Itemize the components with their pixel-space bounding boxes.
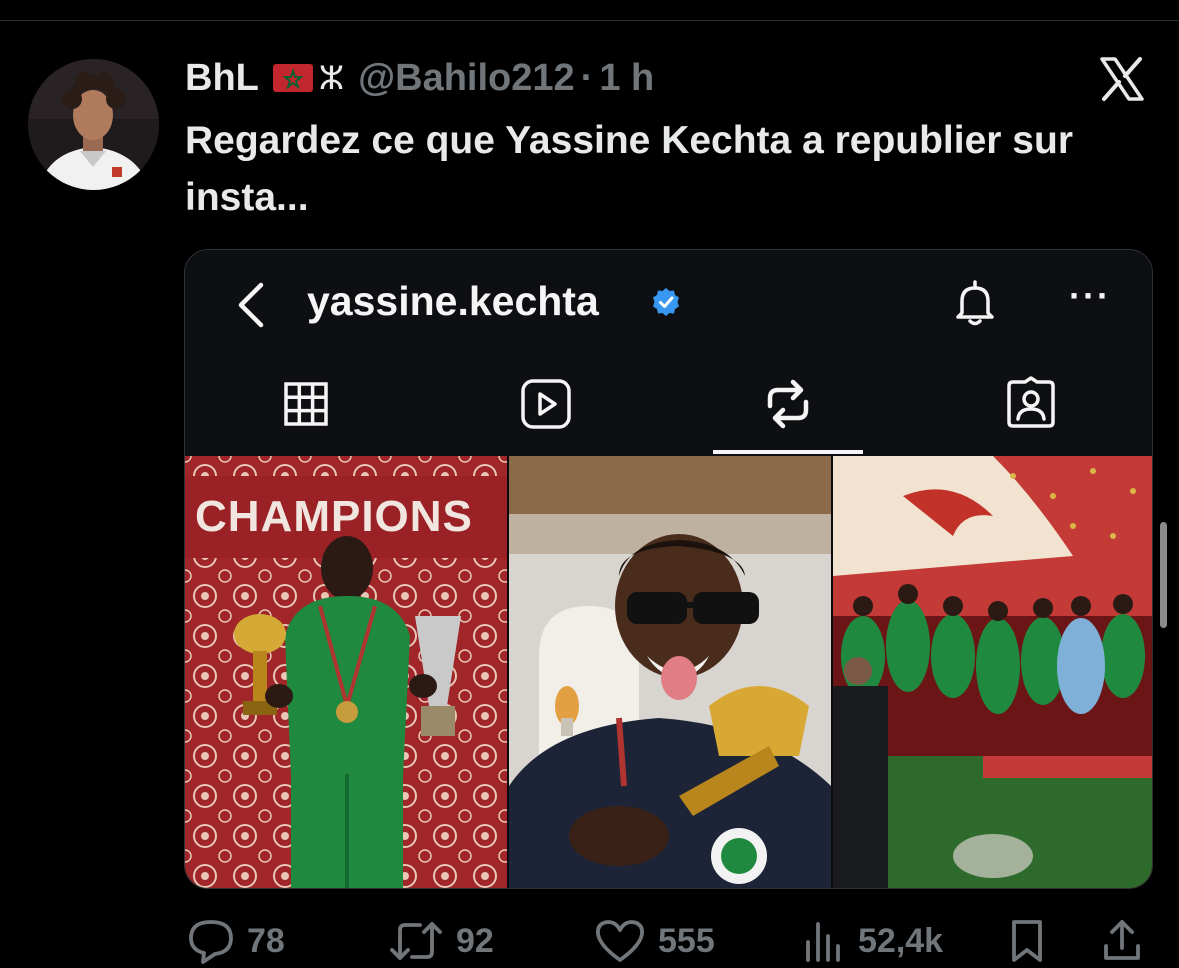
share-icon	[1104, 920, 1140, 960]
team-celebration-image	[833, 456, 1152, 888]
top-divider	[0, 20, 1179, 21]
bookmark-icon	[1012, 920, 1042, 962]
tweet-actions: 78 92 555 52,4k	[0, 912, 1179, 968]
reposts-icon	[760, 376, 816, 432]
repost-count: 92	[456, 921, 494, 960]
avatar-image	[28, 59, 159, 190]
back-chevron-icon	[233, 280, 269, 330]
repost-button[interactable]: 92	[388, 918, 494, 964]
views-count: 52,4k	[858, 921, 944, 960]
morocco-flag-icon	[272, 64, 313, 92]
views-icon	[806, 922, 840, 962]
tagged-icon	[1003, 376, 1059, 432]
amazigh-symbol: ⵣ	[318, 60, 345, 96]
reply-count: 78	[247, 921, 285, 960]
x-logo-icon[interactable]	[1098, 55, 1146, 103]
like-count: 555	[658, 921, 715, 960]
timestamp[interactable]: 1 h	[599, 57, 654, 100]
active-tab-indicator	[713, 450, 863, 454]
display-name[interactable]: BhL	[185, 57, 259, 100]
bookmark-button[interactable]	[1006, 918, 1060, 964]
share-button[interactable]	[1100, 918, 1156, 964]
avatar[interactable]	[28, 59, 159, 190]
champions-caption: CHAMPIONS	[195, 492, 473, 541]
reply-button[interactable]: 78	[187, 918, 285, 964]
grid-icon	[278, 376, 334, 432]
views-button[interactable]: 52,4k	[800, 918, 943, 964]
player-with-trophy-image	[509, 456, 831, 888]
champions-poster-image: CHAMPIONS	[185, 456, 507, 888]
notification-bell-icon	[949, 277, 1001, 329]
tweet-header: BhL ⵣ @Bahilo212 · 1 h	[185, 52, 654, 104]
reels-icon	[518, 376, 574, 432]
instagram-header: yassine.kechta ···	[185, 250, 1152, 456]
scrollbar[interactable]	[1160, 522, 1167, 628]
user-handle[interactable]: @Bahilo212	[358, 57, 575, 100]
heart-icon	[596, 920, 644, 962]
like-button[interactable]: 555	[594, 918, 715, 964]
instagram-username: yassine.kechta	[307, 278, 599, 324]
more-options-icon: ···	[1069, 275, 1111, 316]
reply-icon	[189, 920, 233, 964]
media-card[interactable]: yassine.kechta ··· CHAMPIONS	[184, 249, 1153, 889]
verified-badge-icon	[651, 287, 681, 317]
separator-dot: ·	[580, 56, 594, 99]
tweet-text: Regardez ce que Yassine Kechta a republi…	[185, 119, 1073, 219]
repost-icon	[390, 922, 442, 960]
